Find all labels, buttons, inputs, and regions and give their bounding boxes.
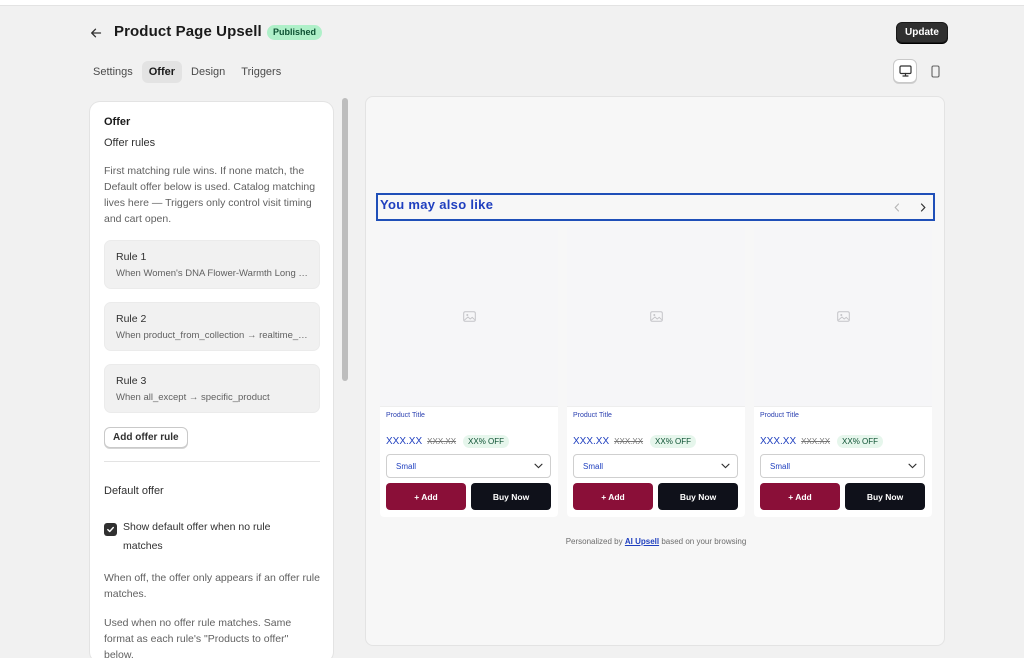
variant-select[interactable]: Small: [760, 454, 925, 478]
product-price: XXX.XX: [573, 436, 610, 447]
tab-settings[interactable]: Settings: [86, 61, 140, 83]
product-card: Product Title XXX.XX XXX.XX XX% OFF Smal…: [754, 227, 932, 517]
discount-badge: XX% OFF: [650, 435, 697, 448]
footer-prefix: Personalized by: [565, 537, 623, 546]
default-offer-heading: Default offer: [104, 485, 164, 497]
compare-price: XXX.XX: [614, 437, 644, 446]
product-price: XXX.XX: [386, 436, 423, 447]
rule-card-2[interactable]: Rule 2 When product_from_collection → re…: [104, 302, 320, 351]
chevron-down-icon: [907, 461, 917, 471]
add-to-cart-button[interactable]: + Add: [760, 483, 840, 510]
variant-value: Small: [770, 462, 791, 471]
powered-by-footer: Personalized by AI Upsell based on your …: [366, 537, 944, 546]
mobile-preview-button[interactable]: [923, 59, 947, 83]
variant-select[interactable]: Small: [386, 454, 551, 478]
product-image-placeholder: [754, 227, 932, 407]
panel-scrollbar[interactable]: [342, 98, 348, 381]
add-offer-rule-button[interactable]: Add offer rule: [104, 427, 188, 448]
image-icon: [836, 311, 850, 322]
rule-description: When product_from_collection → realtime_…: [116, 330, 308, 341]
price-row: XXX.XX XXX.XX XX% OFF: [386, 435, 510, 448]
carousel-prev-button[interactable]: [890, 200, 904, 214]
tab-triggers[interactable]: Triggers: [234, 61, 288, 83]
tab-design[interactable]: Design: [184, 61, 232, 83]
when-off-help-text: When off, the offer only appears if an o…: [104, 572, 320, 600]
product-title[interactable]: Product Title: [386, 412, 425, 419]
page-title: Product Page Upsell: [114, 23, 262, 40]
product-image-placeholder: [567, 227, 745, 407]
back-button[interactable]: [86, 23, 106, 43]
top-bar: [0, 0, 1024, 6]
offer-rules-help-text: First matching rule wins. If none match,…: [104, 165, 316, 225]
product-image-placeholder: [380, 227, 558, 407]
chevron-right-icon: [920, 202, 926, 212]
compare-price: XXX.XX: [427, 437, 457, 446]
product-title[interactable]: Product Title: [573, 412, 612, 419]
show-default-offer-row: Show default offer when no rule matches: [104, 518, 320, 556]
variant-value: Small: [583, 462, 604, 471]
variant-select[interactable]: Small: [573, 454, 738, 478]
variant-value: Small: [396, 462, 417, 471]
rule-description: When Women's DNA Flower-Warmth Long Slee…: [116, 268, 308, 279]
image-icon: [649, 311, 663, 322]
show-default-offer-label[interactable]: Show default offer when no rule matches: [123, 518, 298, 556]
add-to-cart-button[interactable]: + Add: [386, 483, 466, 510]
chevron-left-icon: [894, 202, 900, 212]
checkmark-icon: [107, 526, 114, 533]
widget-title: You may also like: [380, 197, 494, 212]
rule-title: Rule 1: [116, 251, 147, 263]
arrow-left-icon: [91, 28, 102, 38]
chevron-down-icon: [533, 461, 543, 471]
offer-settings-panel: Offer Offer rules First matching rule wi…: [90, 102, 333, 658]
footer-suffix: based on your browsing: [661, 537, 747, 546]
rule-title: Rule 2: [116, 313, 147, 325]
default-offer-help-text: Used when no offer rule matches. Same fo…: [104, 617, 292, 658]
preview-canvas: You may also like Product Title XXX.XX X…: [365, 96, 945, 646]
rule-card-3[interactable]: Rule 3 When all_except → specific_produc…: [104, 364, 320, 413]
product-title[interactable]: Product Title: [760, 412, 799, 419]
ai-upsell-link[interactable]: AI Upsell: [625, 537, 659, 546]
update-button[interactable]: Update: [896, 22, 948, 43]
status-badge: Published: [267, 25, 323, 40]
divider: [104, 461, 320, 462]
discount-badge: XX% OFF: [463, 435, 510, 448]
price-row: XXX.XX XXX.XX XX% OFF: [760, 435, 884, 448]
mobile-icon: [930, 64, 940, 78]
desktop-icon: [898, 65, 912, 77]
tab-bar: Settings Offer Design Triggers: [86, 61, 288, 83]
discount-badge: XX% OFF: [837, 435, 884, 448]
rule-card-1[interactable]: Rule 1 When Women's DNA Flower-Warmth Lo…: [104, 240, 320, 289]
widget-header[interactable]: You may also like: [376, 193, 935, 221]
desktop-preview-button[interactable]: [893, 59, 917, 83]
price-row: XXX.XX XXX.XX XX% OFF: [573, 435, 697, 448]
image-icon: [462, 311, 476, 322]
add-to-cart-button[interactable]: + Add: [573, 483, 653, 510]
carousel-next-button[interactable]: [916, 200, 930, 214]
show-default-offer-checkbox[interactable]: [104, 523, 117, 536]
rule-description: When all_except → specific_product: [116, 392, 270, 403]
buy-now-button[interactable]: Buy Now: [471, 483, 551, 510]
product-price: XXX.XX: [760, 436, 797, 447]
compare-price: XXX.XX: [801, 437, 831, 446]
buy-now-button[interactable]: Buy Now: [845, 483, 925, 510]
product-card: Product Title XXX.XX XXX.XX XX% OFF Smal…: [567, 227, 745, 517]
rule-title: Rule 3: [116, 375, 147, 387]
section-title: Offer: [104, 116, 131, 128]
product-card: Product Title XXX.XX XXX.XX XX% OFF Smal…: [380, 227, 558, 517]
offer-rules-heading: Offer rules: [104, 137, 156, 149]
chevron-down-icon: [720, 461, 730, 471]
tab-offer[interactable]: Offer: [141, 61, 183, 83]
buy-now-button[interactable]: Buy Now: [658, 483, 738, 510]
